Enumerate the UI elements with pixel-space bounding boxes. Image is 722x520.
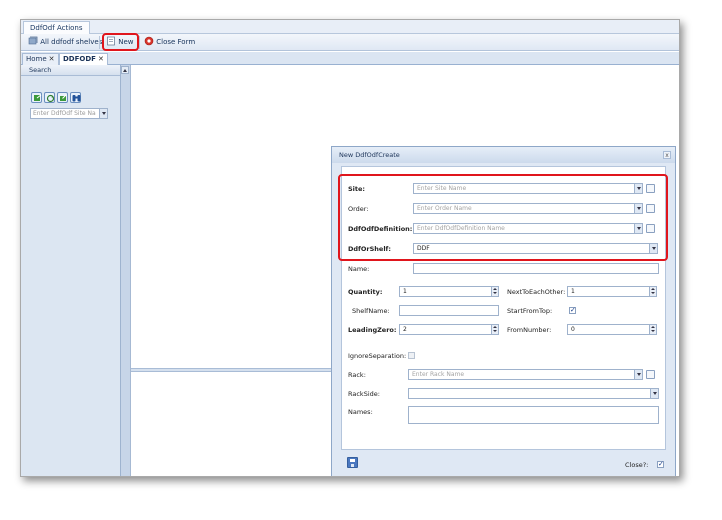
name-input[interactable] bbox=[413, 263, 659, 274]
content-divider bbox=[131, 368, 341, 372]
tab-home-close-icon[interactable]: ✕ bbox=[49, 55, 55, 63]
rack-side-select[interactable] bbox=[408, 388, 659, 399]
close-form-label: Close Form bbox=[156, 38, 196, 46]
quantity-stepper[interactable]: 1 bbox=[399, 286, 499, 297]
search-panel-title: Search bbox=[21, 65, 120, 76]
names-label: Names: bbox=[348, 408, 373, 416]
export-icon[interactable] bbox=[31, 92, 42, 103]
from-number-spin-icon[interactable] bbox=[649, 325, 656, 334]
rack-combo[interactable]: Enter Rack Name bbox=[408, 369, 643, 380]
shelves-icon bbox=[28, 36, 38, 45]
required-fields-highlight bbox=[338, 174, 668, 261]
ignore-separation-checkbox[interactable] bbox=[408, 352, 415, 359]
from-number-value: 0 bbox=[571, 326, 575, 333]
panel-splitter[interactable] bbox=[121, 65, 131, 476]
toolbar-separator bbox=[139, 36, 140, 49]
rack-clear-icon[interactable] bbox=[646, 370, 655, 379]
shelf-name-input[interactable] bbox=[399, 305, 499, 316]
rack-side-label: RackSide: bbox=[348, 390, 380, 398]
scroll-up-arrow-icon[interactable] bbox=[121, 66, 129, 74]
new-ddfodf-dialog: New DdfOdfCreate x Site: Enter Site Name… bbox=[331, 146, 676, 476]
next-to-each-other-label: NextToEachOther: bbox=[507, 288, 566, 296]
name-label: Name: bbox=[348, 265, 370, 273]
import-icon[interactable] bbox=[57, 92, 68, 103]
quantity-spin-icon[interactable] bbox=[491, 287, 498, 296]
refresh-icon[interactable] bbox=[44, 92, 55, 103]
tab-ddfodf-close-icon[interactable]: ✕ bbox=[98, 55, 104, 63]
close-after-save-label: Close?: bbox=[625, 461, 649, 469]
leading-zero-spin-icon[interactable] bbox=[491, 325, 498, 334]
search-toolbar bbox=[31, 92, 83, 103]
close-form-icon bbox=[144, 36, 154, 46]
application-window: DdfOdf Actions All ddfodf shelves New Cl… bbox=[20, 19, 680, 477]
leading-zero-value: 2 bbox=[403, 326, 407, 333]
dialog-footer: Close?: bbox=[332, 451, 675, 476]
shelf-name-label: ShelfName: bbox=[352, 307, 390, 315]
from-number-stepper[interactable]: 0 bbox=[567, 324, 657, 335]
chevron-down-icon[interactable] bbox=[650, 389, 658, 398]
close-form-button[interactable]: Close Form bbox=[144, 36, 195, 49]
dialog-form: Site: Enter Site Name Order: Enter Order… bbox=[338, 166, 668, 450]
all-ddfodf-shelves-label: All ddfodf shelves bbox=[40, 38, 103, 46]
ddfodf-site-placeholder: Enter DdfOdf Site Na bbox=[33, 110, 96, 117]
binoculars-icon[interactable] bbox=[70, 92, 81, 103]
save-icon[interactable] bbox=[347, 457, 358, 468]
tab-home[interactable]: Home ✕ bbox=[22, 53, 59, 65]
dialog-title: New DdfOdfCreate bbox=[332, 147, 675, 163]
leading-zero-label: LeadingZero: bbox=[348, 326, 397, 334]
rack-placeholder: Enter Rack Name bbox=[412, 371, 465, 378]
dialog-close-icon[interactable]: x bbox=[663, 151, 671, 159]
next-to-each-other-value: 1 bbox=[571, 288, 575, 295]
all-ddfodf-shelves-button[interactable]: All ddfodf shelves bbox=[28, 36, 102, 49]
next-to-each-other-stepper[interactable]: 1 bbox=[567, 286, 657, 297]
search-panel: Search Enter DdfOdf Site Na bbox=[21, 65, 121, 476]
names-textarea[interactable] bbox=[408, 406, 659, 424]
next-to-each-other-spin-icon[interactable] bbox=[649, 287, 656, 296]
ribbon-tabstrip: DdfOdf Actions bbox=[21, 20, 679, 34]
tab-home-label: Home bbox=[26, 55, 47, 63]
document-tabs: Home ✕ DDFODF ✕ bbox=[21, 52, 679, 65]
quantity-label: Quantity: bbox=[348, 288, 383, 296]
ignore-separation-label: IgnoreSeparation: bbox=[348, 352, 407, 360]
rack-label: Rack: bbox=[348, 371, 366, 379]
start-from-top-checkbox[interactable] bbox=[569, 306, 576, 314]
tab-ddfodf[interactable]: DDFODF ✕ bbox=[59, 53, 108, 65]
start-from-top-label: StartFromTop: bbox=[507, 307, 553, 315]
tab-ddfodf-label: DDFODF bbox=[63, 55, 96, 63]
new-button-highlight bbox=[102, 33, 139, 51]
leading-zero-stepper[interactable]: 2 bbox=[399, 324, 499, 335]
from-number-label: FromNumber: bbox=[507, 326, 552, 334]
ddfodf-site-combo[interactable]: Enter DdfOdf Site Na bbox=[30, 108, 108, 119]
toolbar-separator bbox=[99, 36, 100, 49]
chevron-down-icon[interactable] bbox=[99, 109, 107, 118]
close-after-save-checkbox[interactable] bbox=[657, 460, 664, 468]
ribbon-tab-ddfodf-actions[interactable]: DdfOdf Actions bbox=[23, 21, 90, 34]
quantity-value: 1 bbox=[403, 288, 407, 295]
chevron-down-icon[interactable] bbox=[634, 370, 642, 379]
